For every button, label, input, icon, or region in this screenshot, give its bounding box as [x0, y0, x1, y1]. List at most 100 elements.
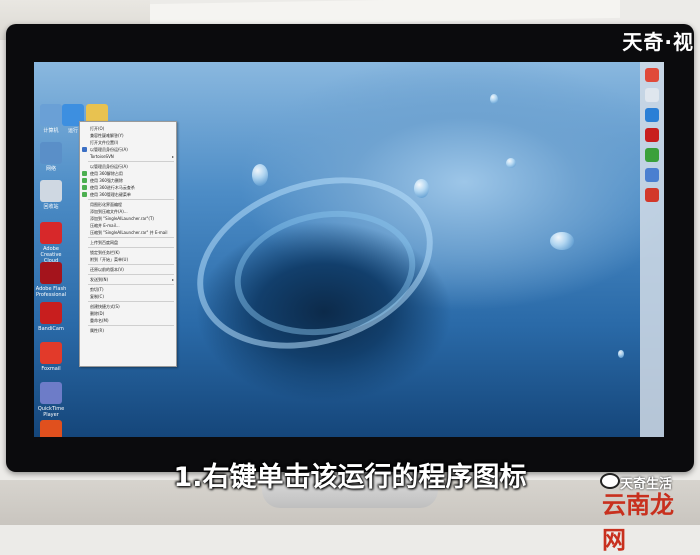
- menu-item-label: 创建快捷方式(S): [90, 304, 120, 309]
- menu-item-label: 发送到(N): [90, 277, 109, 282]
- menu-item-label: 还原以前的版本(V): [90, 267, 124, 272]
- menu-item[interactable]: 使用 360解除占用: [80, 170, 176, 177]
- water-drop: [490, 94, 498, 104]
- menu-item-label: TortoiseSVN: [90, 154, 114, 159]
- menu-item[interactable]: 使用 360强力删除: [80, 177, 176, 184]
- menu-item[interactable]: 还原以前的版本(V): [80, 266, 176, 273]
- menu-separator: [88, 199, 174, 200]
- menu-separator: [88, 237, 174, 238]
- menu-item-label: 压缩并 E-mail...: [90, 223, 120, 228]
- background-paper: [150, 0, 620, 27]
- menu-item[interactable]: 添加到压缩文件(A)...: [80, 208, 176, 215]
- menu-separator: [88, 325, 174, 326]
- subtitle-caption: 1.右键单击该运行的程序图标: [173, 462, 527, 493]
- menu-item-label: 兼容性疑难解答(Y): [90, 133, 124, 138]
- menu-item[interactable]: 锁定到任务栏(K): [80, 249, 176, 256]
- menu-item-label: 添加到压缩文件(A)...: [90, 209, 128, 214]
- menu-item[interactable]: 剪切(T): [80, 286, 176, 293]
- 360-icon: [82, 171, 87, 176]
- desktop-icon[interactable]: [40, 222, 62, 244]
- water-drop: [506, 158, 516, 168]
- water-drop: [618, 350, 624, 358]
- menu-item-label: 使用 360管理右键菜单: [90, 192, 131, 197]
- water-drop: [414, 179, 429, 198]
- menu-item-label: 剪切(T): [90, 287, 104, 292]
- menu-separator: [88, 301, 174, 302]
- watermark-line2: 云南龙网: [602, 491, 674, 554]
- menu-separator: [88, 264, 174, 265]
- chrome-icon[interactable]: [645, 68, 659, 82]
- menu-item[interactable]: 添加到 "SingleAILauncher.rar"(T): [80, 215, 176, 222]
- 360-icon: [82, 192, 87, 197]
- desktop-icon-label: 网络: [45, 166, 56, 172]
- desktop-icon[interactable]: [40, 142, 62, 164]
- desktop-icon[interactable]: [40, 262, 62, 284]
- menu-item[interactable]: 使用 360进行木马云查杀: [80, 184, 176, 191]
- menu-item[interactable]: 兼容性疑难解答(Y): [80, 132, 176, 139]
- menu-item-label: 添加到 "SingleAILauncher.rar"(T): [90, 216, 154, 221]
- menu-item[interactable]: 用图形化界面编程: [80, 201, 176, 208]
- submenu-arrow-icon: ▸: [171, 154, 174, 159]
- desktop-icon-label: Foxmail: [41, 366, 61, 372]
- menu-item[interactable]: 压缩到 "SingleAILauncher.rar" 并 E-mail: [80, 229, 176, 236]
- submenu-arrow-icon: ▸: [171, 277, 174, 282]
- menu-item[interactable]: 以管理员身份运行(A): [80, 163, 176, 170]
- reader-icon[interactable]: [645, 128, 659, 142]
- menu-item[interactable]: 复制(C): [80, 293, 176, 300]
- menu-item-label: 打开(O): [90, 126, 105, 131]
- menu-item-label: 重命名(M): [90, 318, 109, 323]
- menu-item-label: 附到「开始」菜单(U): [90, 257, 129, 262]
- water-drop: [550, 232, 574, 250]
- menu-item-label: 锁定到任务栏(K): [90, 250, 120, 255]
- menu-separator: [88, 161, 174, 162]
- menu-item[interactable]: 创建快捷方式(S): [80, 303, 176, 310]
- menu-item-label: 以管理员身份运行(A): [90, 147, 128, 152]
- desktop-icon-label: BandiCam: [38, 326, 64, 332]
- wps-icon[interactable]: [645, 188, 659, 202]
- menu-item-label: 属性(R): [90, 328, 104, 333]
- context-menu: 打开(O) 兼容性疑难解答(Y) 打开文件位置(I) 以管理员身份运行(A) Torto…: [79, 121, 177, 367]
- kugou-icon[interactable]: [645, 108, 659, 122]
- menu-item-label: 打开文件位置(I): [90, 140, 119, 145]
- menu-item-label: 使用 360强力删除: [90, 178, 123, 183]
- menu-item[interactable]: 属性(R): [80, 327, 176, 334]
- menu-item-label: 压缩到 "SingleAILauncher.rar" 并 E-mail: [90, 230, 168, 235]
- menu-item[interactable]: 使用 360管理右键菜单: [80, 191, 176, 198]
- menu-item-label: 使用 360解除占用: [90, 171, 123, 176]
- desktop-icon[interactable]: [40, 342, 62, 364]
- desktop-sidebar: [640, 62, 664, 437]
- app-icon[interactable]: [645, 168, 659, 182]
- menu-item[interactable]: 附到「开始」菜单(U): [80, 256, 176, 263]
- menu-item[interactable]: 上传到百度网盘: [80, 239, 176, 246]
- 360-icon: [82, 178, 87, 183]
- menu-item-label: 用图形化界面编程: [90, 202, 122, 207]
- menu-item[interactable]: TortoiseSVN ▸: [80, 153, 176, 160]
- browser-icon[interactable]: [645, 148, 659, 162]
- menu-item[interactable]: 打开(O): [80, 125, 176, 132]
- menu-item[interactable]: 打开文件位置(I): [80, 139, 176, 146]
- menu-item-label: 使用 360进行木马云查杀: [90, 185, 135, 190]
- desktop-icon[interactable]: [40, 302, 62, 324]
- menu-separator: [88, 284, 174, 285]
- 360-icon: [82, 185, 87, 190]
- menu-separator: [88, 274, 174, 275]
- desktop-icon-label: 回收站: [43, 204, 59, 210]
- menu-item-label: 以管理员身份运行(A): [90, 164, 128, 169]
- menu-item-label: 上传到百度网盘: [90, 240, 118, 245]
- menu-item[interactable]: 发送到(N) ▸: [80, 276, 176, 283]
- desktop-icon[interactable]: [40, 382, 62, 404]
- menu-item[interactable]: 删除(D): [80, 310, 176, 317]
- menu-item[interactable]: 以管理员身份运行(A): [80, 146, 176, 153]
- shield-icon: [82, 147, 87, 152]
- desktop-icon[interactable]: [40, 104, 62, 126]
- desktop-icon[interactable]: [40, 420, 62, 437]
- desktop-icon-label: Adobe Flash Professional: [35, 286, 67, 298]
- menu-item-label: 删除(D): [90, 311, 105, 316]
- menu-item-label: 复制(C): [90, 294, 104, 299]
- menu-item[interactable]: 重命名(M): [80, 317, 176, 324]
- watermark-top: 天奇·视: [622, 30, 694, 54]
- menu-item[interactable]: 压缩并 E-mail...: [80, 222, 176, 229]
- water-drop: [252, 164, 268, 186]
- desktop-icon[interactable]: [40, 180, 62, 202]
- window-icon[interactable]: [645, 88, 659, 102]
